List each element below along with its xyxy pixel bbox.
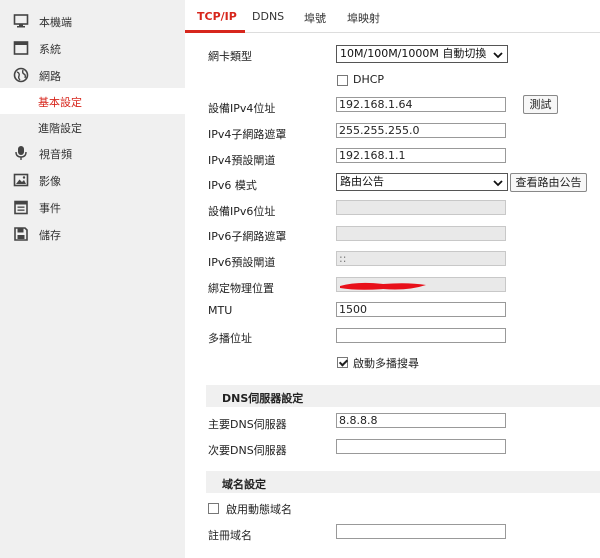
view-route-advertisement-button[interactable]: 查看路由公告: [510, 173, 587, 192]
ipv6-gateway-label: IPv6預設閘道: [208, 256, 276, 269]
multicast-address-input[interactable]: [336, 328, 506, 343]
mac-address-label: 綁定物理位置: [208, 282, 274, 295]
multicast-discovery-checkbox[interactable]: [337, 357, 348, 368]
mtu-label: MTU: [208, 304, 233, 317]
dhcp-label: DHCP: [353, 73, 385, 86]
nic-type-select[interactable]: 10M/100M/1000M 自動切換: [336, 45, 508, 63]
dns-section-header: DNS伺服器設定: [206, 385, 600, 407]
sidebar-item-storage[interactable]: 儲存: [0, 221, 185, 247]
ipv4-address-label: 設備IPv4位址: [208, 102, 276, 115]
sidebar-item-event[interactable]: 事件: [0, 194, 185, 220]
primary-dns-input[interactable]: [336, 413, 506, 428]
register-domain-label: 註冊域名: [208, 529, 252, 542]
sidebar-item-label: 網路: [39, 70, 61, 83]
dhcp-checkbox[interactable]: [337, 75, 348, 86]
sidebar-item-label: 事件: [39, 202, 61, 215]
test-button[interactable]: 測試: [523, 95, 558, 114]
save-icon: [13, 226, 29, 242]
ipv6-mode-select[interactable]: 路由公告: [336, 173, 508, 191]
calendar-icon: [13, 199, 29, 215]
sidebar-item-label: 系統: [39, 43, 61, 56]
tab-ddns[interactable]: DDNS: [252, 10, 284, 23]
ipv6-address-label: 設備IPv6位址: [208, 205, 276, 218]
active-tab-indicator: [185, 30, 245, 33]
tab-port[interactable]: 埠號: [304, 10, 326, 26]
sidebar-item-label: 本機端: [39, 16, 72, 29]
ipv6-gateway-input: [336, 251, 506, 266]
secondary-dns-label: 次要DNS伺服器: [208, 444, 287, 457]
nic-type-label: 網卡類型: [208, 50, 252, 63]
tab-tcpip[interactable]: TCP/IP: [197, 10, 237, 23]
sidebar-item-system[interactable]: 系統: [0, 35, 185, 61]
sidebar-item-local[interactable]: 本機端: [0, 8, 185, 34]
secondary-dns-input[interactable]: [336, 439, 506, 454]
sidebar: 本機端 系統 網路 基本設定 進階設定 視音頻 影像 事件 儲存: [0, 0, 185, 558]
globe-icon: [13, 67, 29, 83]
tab-bar: TCP/IP DDNS 埠號 埠映射: [185, 0, 600, 36]
ipv4-gateway-input[interactable]: [336, 148, 506, 163]
sidebar-item-image[interactable]: 影像: [0, 167, 185, 193]
register-domain-input[interactable]: [336, 524, 506, 539]
redaction-mark: [340, 282, 426, 290]
sidebar-item-audio-video[interactable]: 視音頻: [0, 140, 185, 166]
primary-dns-label: 主要DNS伺服器: [208, 418, 287, 431]
sidebar-item-advanced-settings[interactable]: 進階設定: [0, 114, 185, 140]
mtu-input[interactable]: [336, 302, 506, 317]
ipv4-gateway-label: IPv4預設閘道: [208, 154, 276, 167]
ipv6-mask-label: IPv6子網路遮罩: [208, 230, 287, 243]
ipv4-address-input[interactable]: [336, 97, 506, 112]
domain-section-title: 域名設定: [222, 478, 266, 491]
window-icon: [13, 40, 29, 56]
ipv6-mode-label: IPv6 模式: [208, 179, 257, 192]
sidebar-item-basic-settings[interactable]: 基本設定: [0, 88, 185, 114]
sidebar-item-label: 影像: [39, 175, 61, 188]
ipv6-mode-value: 路由公告: [340, 175, 384, 188]
ipv6-address-input: [336, 200, 506, 215]
image-icon: [13, 172, 29, 188]
tab-divider: [185, 32, 600, 33]
ipv4-mask-input[interactable]: [336, 123, 506, 138]
ddns-enable-checkbox[interactable]: [208, 503, 219, 514]
microphone-icon: [13, 145, 29, 161]
multicast-discovery-label: 啟動多播搜尋: [353, 357, 419, 370]
sidebar-item-label: 基本設定: [38, 96, 82, 109]
ddns-enable-label: 啟用動態域名: [226, 503, 292, 516]
domain-section-header: 域名設定: [206, 471, 600, 493]
chevron-down-icon: [493, 49, 503, 59]
sidebar-item-label: 視音頻: [39, 148, 72, 161]
multicast-address-label: 多播位址: [208, 332, 252, 345]
dns-section-title: DNS伺服器設定: [222, 392, 304, 405]
monitor-icon: [13, 13, 29, 29]
tab-port-mapping[interactable]: 埠映射: [347, 10, 380, 26]
sidebar-item-label: 儲存: [39, 229, 61, 242]
chevron-down-icon: [493, 177, 503, 187]
ipv6-mask-input: [336, 226, 506, 241]
ipv4-mask-label: IPv4子網路遮罩: [208, 128, 287, 141]
sidebar-item-label: 進階設定: [38, 122, 82, 135]
nic-type-value: 10M/100M/1000M 自動切換: [340, 47, 487, 60]
sidebar-item-network[interactable]: 網路: [0, 62, 185, 88]
